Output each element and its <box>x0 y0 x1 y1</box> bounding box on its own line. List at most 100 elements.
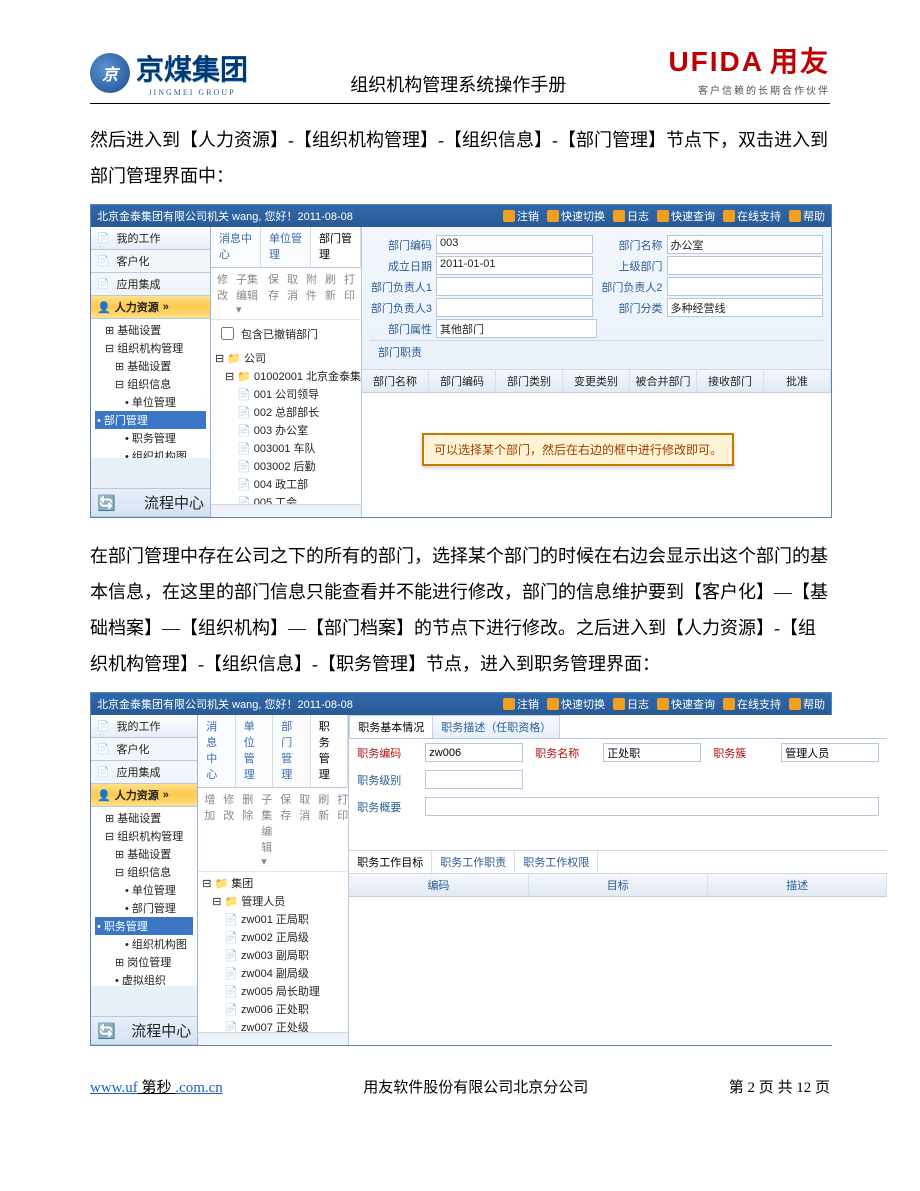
toolbar-item[interactable]: 修改 <box>217 271 228 316</box>
tree-node[interactable]: ⊟ 组织信息 <box>95 863 193 881</box>
val-job-code[interactable] <box>425 743 523 762</box>
subtab-job-authority[interactable]: 职务工作权限 <box>515 851 598 873</box>
tab-job-basic[interactable]: 职务基本情况 <box>349 715 433 738</box>
tree-node[interactable]: • 职务管理 <box>95 429 206 447</box>
toolbar-item[interactable]: 保存 <box>280 791 291 868</box>
titlebar-action[interactable]: 帮助 <box>789 208 825 224</box>
val-parent-dept[interactable] <box>667 256 824 275</box>
app2-tabset[interactable]: 消息中心单位管理部门管理职务管理 <box>198 715 348 788</box>
scrollbar-icon[interactable] <box>211 504 361 517</box>
tab[interactable]: 单位管理 <box>261 227 311 267</box>
tab[interactable]: 职务管理 <box>311 715 349 787</box>
val-job-cluster[interactable] <box>781 743 879 762</box>
toolbar-item[interactable]: 刷新 <box>318 791 329 868</box>
val-head2[interactable] <box>667 277 824 296</box>
tree-node[interactable]: • 部门管理 <box>95 899 193 917</box>
app1-dept-list[interactable]: ⊟ 📁 公司⊟ 📁 01002001 北京金泰集团有限公📄 001 公司领导📄 … <box>211 347 361 504</box>
val-found-date[interactable]: 2011-01-01 <box>436 256 593 275</box>
list-item[interactable]: 📄 001 公司领导 <box>215 385 357 403</box>
tab[interactable]: 消息中心 <box>211 227 261 267</box>
list-item[interactable]: 📄 zw007 正处级 <box>202 1018 344 1032</box>
titlebar-action[interactable]: 日志 <box>613 208 649 224</box>
toolbar-item[interactable]: 取消 <box>299 791 310 868</box>
list-item[interactable]: 📄 003002 后勤 <box>215 457 357 475</box>
subtab-job-duty[interactable]: 职务工作职责 <box>432 851 515 873</box>
tree-node[interactable]: • 虚拟组织 <box>95 971 193 986</box>
list-item[interactable]: 📄 zw006 正处职 <box>202 1000 344 1018</box>
tab-job-desc[interactable]: 职务描述（任职资格） <box>432 715 560 738</box>
list-item[interactable]: 📄 zw001 正局职 <box>202 910 344 928</box>
list-item[interactable]: 📄 zw005 局长助理 <box>202 982 344 1000</box>
titlebar-action[interactable]: 注销 <box>503 208 539 224</box>
list-item[interactable]: ⊟ 📁 01002001 北京金泰集团有限公 <box>215 367 357 385</box>
tree-node[interactable]: • 部门管理 <box>95 411 206 429</box>
list-item[interactable]: 📄 zw003 副局职 <box>202 946 344 964</box>
tab-mywork[interactable]: 我的工作 <box>91 227 210 250</box>
list-item[interactable]: ⊟ 📁 公司 <box>215 349 357 367</box>
tree-node[interactable]: ⊟ 组织机构管理 <box>95 339 206 357</box>
titlebar-action[interactable]: 快速切换 <box>547 208 605 224</box>
app2-toolbar[interactable]: 增加修改删除子集编辑 ▾保存取消刷新打印 <box>198 788 348 872</box>
list-item[interactable]: 📄 003001 车队 <box>215 439 357 457</box>
tree-node[interactable]: ⊟ 组织信息 <box>95 375 206 393</box>
tab2-custom[interactable]: 客户化 <box>91 738 197 761</box>
list-item[interactable]: 📄 002 总部部长 <box>215 403 357 421</box>
tab[interactable]: 单位管理 <box>236 715 274 787</box>
titlebar-action[interactable]: 注销 <box>503 696 539 712</box>
val-job-name[interactable] <box>603 743 701 762</box>
tab[interactable]: 消息中心 <box>198 715 236 787</box>
tree-node[interactable]: ⊟ 组织机构管理 <box>95 827 193 845</box>
list-item[interactable]: 📄 003 办公室 <box>215 421 357 439</box>
toolbar-item[interactable]: 刷新 <box>325 271 336 316</box>
tab-custom[interactable]: 客户化 <box>91 250 210 273</box>
list-item[interactable]: ⊟ 📁 管理人员 <box>202 892 344 910</box>
app2-left-tree[interactable]: ⊞ 基础设置⊟ 组织机构管理⊞ 基础设置⊟ 组织信息• 单位管理• 部门管理• … <box>91 807 197 986</box>
val-dept-code[interactable]: 003 <box>436 235 593 254</box>
tree-node[interactable]: ⊞ 基础设置 <box>95 321 206 339</box>
tab[interactable]: 部门管理 <box>273 715 311 787</box>
titlebar-action[interactable]: 快速查询 <box>657 208 715 224</box>
tab2-hr[interactable]: 👤 人力资源 » <box>91 784 197 807</box>
toolbar-item[interactable]: 打印 <box>344 271 355 316</box>
scrollbar2-icon[interactable] <box>198 1032 348 1045</box>
titlebar-action[interactable]: 在线支持 <box>723 208 781 224</box>
toolbar-item[interactable]: 保存 <box>268 271 279 316</box>
job-tabset[interactable]: 职务基本情况 职务描述（任职资格） <box>349 715 887 739</box>
list-item[interactable]: 📄 004 政工部 <box>215 475 357 493</box>
titlebar-action[interactable]: 帮助 <box>789 696 825 712</box>
tree-node[interactable]: • 组织机构图 <box>95 447 206 458</box>
toolbar-item[interactable]: 取消 <box>287 271 298 316</box>
list-item[interactable]: ⊟ 📁 集团 <box>202 874 344 892</box>
tree-node[interactable]: ⊞ 岗位管理 <box>95 953 193 971</box>
val-job-summary[interactable] <box>425 797 879 816</box>
subtab-job-target[interactable]: 职务工作目标 <box>349 851 432 873</box>
app2-job-list[interactable]: ⊟ 📁 集团⊟ 📁 管理人员📄 zw001 正局职📄 zw002 正局级📄 zw… <box>198 872 348 1032</box>
toolbar-item[interactable]: 子集编辑 ▾ <box>236 271 260 316</box>
list-item[interactable]: 📄 zw004 副局级 <box>202 964 344 982</box>
val-head3[interactable] <box>436 298 593 317</box>
footer-link[interactable]: www.uf 第秒 .com.cn <box>90 1076 223 1097</box>
tree-node[interactable]: ⊞ 基础设置 <box>95 357 206 375</box>
tree-node[interactable]: • 单位管理 <box>95 881 193 899</box>
tree-node[interactable]: ⊞ 基础设置 <box>95 845 193 863</box>
toolbar-item[interactable]: 打印 <box>337 791 348 868</box>
app1-left-tree[interactable]: ⊞ 基础设置⊟ 组织机构管理⊞ 基础设置⊟ 组织信息• 单位管理• 部门管理• … <box>91 319 210 458</box>
toolbar-item[interactable]: 增加 <box>204 791 215 868</box>
tab-appint[interactable]: 应用集成 <box>91 273 210 296</box>
dept-duty-subtab[interactable]: 部门职责 <box>370 340 823 363</box>
tab2-flowcenter[interactable]: 🔄 流程中心 <box>91 1016 197 1045</box>
titlebar-action[interactable]: 日志 <box>613 696 649 712</box>
val-dept-class[interactable]: 多种经营线 <box>667 298 824 317</box>
job-subtabs[interactable]: 职务工作目标 职务工作职责 职务工作权限 <box>349 850 887 874</box>
tab2-appint[interactable]: 应用集成 <box>91 761 197 784</box>
tab2-mywork[interactable]: 我的工作 <box>91 715 197 738</box>
include-revoked-checkbox[interactable] <box>221 327 234 340</box>
titlebar-action[interactable]: 在线支持 <box>723 696 781 712</box>
toolbar-item[interactable]: 子集编辑 ▾ <box>261 791 272 868</box>
titlebar-action[interactable]: 快速查询 <box>657 696 715 712</box>
tree-node[interactable]: ⊞ 基础设置 <box>95 809 193 827</box>
tab[interactable]: 部门管理 <box>311 227 361 267</box>
include-revoked-check[interactable]: 包含已撤销部门 <box>211 320 361 347</box>
list-item[interactable]: 📄 zw002 正局级 <box>202 928 344 946</box>
app1-toolbar[interactable]: 修改子集编辑 ▾保存取消附件刷新打印 <box>211 268 361 320</box>
